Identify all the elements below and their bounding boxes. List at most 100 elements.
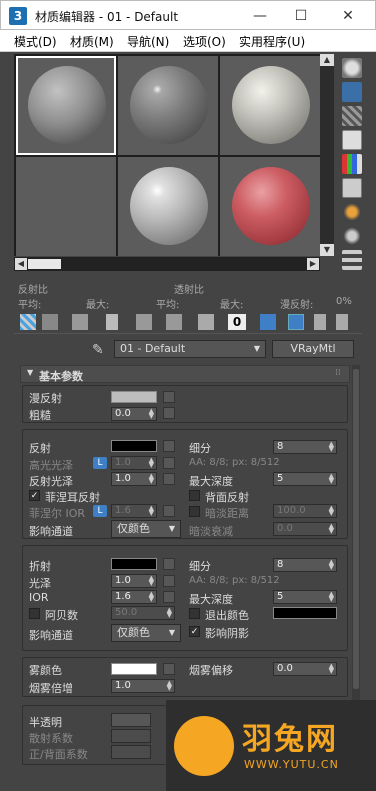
- lock-l-button[interactable]: L: [93, 457, 107, 469]
- refl-gloss-map-button[interactable]: [163, 473, 175, 485]
- sample-slot-5[interactable]: [118, 157, 218, 256]
- assign-to-selection-icon[interactable]: [72, 314, 88, 330]
- spinner-arrows-icon[interactable]: ▲ ▼: [167, 680, 172, 692]
- menu-mode[interactable]: 模式(D): [14, 33, 57, 50]
- sample-slot-4[interactable]: [16, 157, 116, 256]
- scatter-coeff-spinner[interactable]: [111, 729, 151, 743]
- scroll-thumb[interactable]: [28, 259, 61, 269]
- fog-color-map-button[interactable]: [163, 663, 175, 675]
- spinner-arrows-icon[interactable]: ▲ ▼: [149, 473, 154, 485]
- sample-type-icon[interactable]: [342, 58, 362, 78]
- menu-options[interactable]: 选项(O): [183, 33, 226, 50]
- refract-color-swatch[interactable]: [111, 558, 157, 570]
- spinner-arrows-icon[interactable]: ▲ ▼: [329, 591, 334, 603]
- roughness-spinner[interactable]: 0.0 ▲ ▼: [111, 407, 157, 421]
- sample-slot-6[interactable]: [220, 157, 320, 256]
- subdivs2-spinner[interactable]: 8 ▲ ▼: [273, 558, 337, 572]
- minimize-button[interactable]: —: [249, 5, 271, 27]
- show-end-result-icon[interactable]: [288, 314, 304, 330]
- ior-map-button[interactable]: [163, 591, 175, 603]
- gloss-spinner[interactable]: 1.0 ▲ ▼: [111, 574, 157, 588]
- refl-gloss-spinner[interactable]: 1.0 ▲ ▼: [111, 472, 157, 486]
- eyedropper-icon[interactable]: ✎: [92, 342, 104, 358]
- reflect-map-button[interactable]: [163, 440, 175, 452]
- gloss-map-button[interactable]: [163, 575, 175, 587]
- roughness-map-button[interactable]: [163, 407, 175, 419]
- video-color-check-icon[interactable]: [342, 154, 362, 174]
- fog-bias-spinner[interactable]: 0.0 ▲ ▼: [273, 662, 337, 676]
- menu-material[interactable]: 材质(M): [70, 33, 114, 50]
- drag-handle-icon[interactable]: ⁞⁞: [335, 368, 341, 378]
- put-to-library-icon[interactable]: [198, 314, 214, 330]
- abbe-checkbox[interactable]: [29, 608, 40, 619]
- abbe-spinner[interactable]: 50.0 ▲ ▼: [111, 606, 175, 620]
- sample-slot-1[interactable]: [16, 56, 116, 155]
- rollout-header[interactable]: ▼ 基本参数 ⁞⁞: [20, 365, 350, 383]
- dim-distance-spinner[interactable]: 100.0 ▲ ▼: [273, 504, 337, 518]
- ior-spinner[interactable]: 1.6 ▲ ▼: [111, 590, 157, 604]
- subdivs-spinner[interactable]: 8 ▲ ▼: [273, 440, 337, 454]
- sample-slot-2[interactable]: [118, 56, 218, 155]
- scroll-right-icon[interactable]: ▶: [307, 258, 319, 270]
- spinner-arrows-icon[interactable]: ▲ ▼: [149, 591, 154, 603]
- spinner-arrows-icon[interactable]: ▲ ▼: [149, 575, 154, 587]
- menu-navigation[interactable]: 导航(N): [127, 33, 169, 50]
- spinner-arrows-icon[interactable]: ▲ ▼: [329, 523, 334, 535]
- exit-color-swatch[interactable]: [273, 607, 337, 619]
- put-to-scene-icon[interactable]: [42, 314, 58, 330]
- back-reflect-checkbox[interactable]: [189, 490, 200, 501]
- slots-horizontal-scrollbar[interactable]: ◀ ▶: [14, 257, 320, 271]
- sample-slot-3[interactable]: [220, 56, 320, 155]
- fresnel-ior-spinner[interactable]: 1.6 ▲ ▼: [111, 504, 157, 518]
- translucency-dropdown[interactable]: [111, 713, 151, 727]
- delete-icon[interactable]: [106, 314, 118, 330]
- options-icon[interactable]: [342, 202, 362, 222]
- dim-falloff-spinner[interactable]: 0.0 ▲ ▼: [273, 522, 337, 536]
- get-material-icon[interactable]: [20, 314, 36, 330]
- make-unique-icon[interactable]: [166, 314, 182, 330]
- fog-color-swatch[interactable]: [111, 663, 157, 675]
- front-back-coeff-spinner[interactable]: [111, 745, 151, 759]
- material-id-channel-button[interactable]: 0: [228, 314, 246, 330]
- affect-channels2-dropdown[interactable]: 仅颜色 ▼: [111, 624, 181, 642]
- fog-multiplier-spinner[interactable]: 1.0 ▲ ▼: [111, 679, 175, 693]
- affect-shadows-checkbox[interactable]: ✓: [189, 626, 200, 637]
- make-preview-icon[interactable]: [342, 178, 362, 198]
- affect-channels-dropdown[interactable]: 仅颜色 ▼: [111, 520, 181, 538]
- scroll-up-icon[interactable]: ▲: [320, 54, 334, 66]
- material-navigator-icon[interactable]: [342, 250, 362, 270]
- spinner-arrows-icon[interactable]: ▲ ▼: [329, 505, 334, 517]
- spinner-arrows-icon[interactable]: ▲ ▼: [149, 505, 154, 517]
- scroll-down-icon[interactable]: ▼: [320, 244, 334, 256]
- material-name-dropdown[interactable]: 01 - Default ▼: [114, 340, 266, 358]
- fresnel-ior-map-button[interactable]: [163, 505, 175, 517]
- spinner-arrows-icon[interactable]: ▲ ▼: [329, 473, 334, 485]
- max-depth-spinner[interactable]: 5 ▲ ▼: [273, 472, 337, 486]
- scroll-thumb[interactable]: [353, 369, 359, 689]
- material-type-button[interactable]: VRayMtl: [272, 340, 354, 358]
- hilight-gloss-map-button[interactable]: [163, 457, 175, 469]
- spinner-arrows-icon[interactable]: ▲ ▼: [329, 663, 334, 675]
- diffuse-map-button[interactable]: [163, 391, 175, 403]
- go-to-parent-icon[interactable]: [314, 314, 326, 330]
- backlight-icon[interactable]: [342, 82, 362, 102]
- reflect-color-swatch[interactable]: [111, 440, 157, 452]
- close-button[interactable]: ✕: [337, 5, 359, 27]
- background-icon[interactable]: [342, 106, 362, 126]
- diffuse-color-swatch[interactable]: [111, 391, 157, 403]
- uv-tiling-icon[interactable]: [342, 130, 362, 150]
- slots-vertical-scrollbar[interactable]: ▲ ▼: [320, 54, 334, 256]
- spinner-arrows-icon[interactable]: ▲ ▼: [149, 408, 154, 420]
- refract-map-button[interactable]: [163, 558, 175, 570]
- scroll-left-icon[interactable]: ◀: [15, 258, 27, 270]
- max-depth2-spinner[interactable]: 5 ▲ ▼: [273, 590, 337, 604]
- lock-l-button[interactable]: L: [93, 505, 107, 517]
- exit-color-checkbox[interactable]: [189, 608, 200, 619]
- spinner-arrows-icon[interactable]: ▲ ▼: [329, 559, 334, 571]
- maximize-button[interactable]: ☐: [290, 5, 312, 27]
- fresnel-checkbox[interactable]: ✓: [29, 490, 40, 501]
- select-by-material-icon[interactable]: [342, 226, 362, 246]
- go-forward-icon[interactable]: [336, 314, 348, 330]
- spinner-arrows-icon[interactable]: ▲ ▼: [329, 441, 334, 453]
- spinner-arrows-icon[interactable]: ▲ ▼: [149, 457, 154, 469]
